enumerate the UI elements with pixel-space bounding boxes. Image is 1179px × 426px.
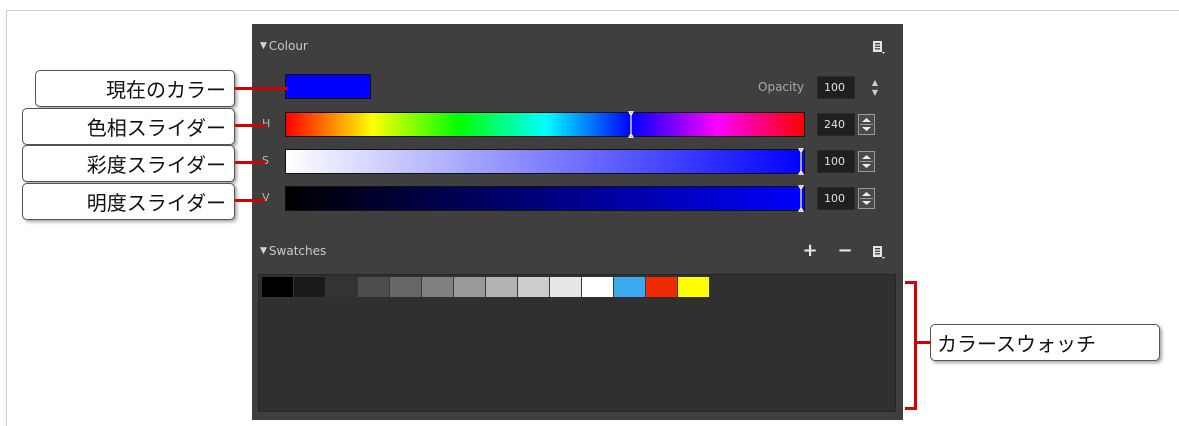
colour-section-header[interactable]: ▼ Colour bbox=[260, 39, 308, 53]
value-slider-handle[interactable] bbox=[798, 185, 804, 212]
leader-line-hue bbox=[235, 124, 265, 127]
swatch-cell[interactable] bbox=[614, 277, 646, 297]
stepper-down-icon[interactable]: ▼ bbox=[869, 88, 881, 98]
swatch-cell[interactable] bbox=[518, 277, 550, 297]
hue-value-field[interactable]: 240 bbox=[817, 113, 855, 136]
hue-slider[interactable] bbox=[285, 111, 805, 138]
stepper-up-icon[interactable]: ▲ bbox=[869, 78, 881, 88]
leader-line-current-colour bbox=[235, 87, 287, 90]
swatch-cell[interactable] bbox=[582, 277, 614, 297]
colour-view-panel: ▼ Colour Opacity 100 ▲ ▼ H 240 S 100 V 1… bbox=[252, 24, 903, 420]
swatch-cell[interactable] bbox=[358, 277, 390, 297]
hue-slider-handle[interactable] bbox=[628, 111, 634, 138]
swatches-section-header[interactable]: ▼ Swatches bbox=[260, 244, 326, 258]
colour-section-title: Colour bbox=[268, 39, 308, 53]
remove-swatch-button[interactable]: − bbox=[837, 242, 853, 260]
swatch-row bbox=[262, 277, 710, 297]
value-value-field[interactable]: 100 bbox=[817, 187, 855, 210]
opacity-label: Opacity bbox=[758, 80, 805, 94]
saturation-slider[interactable] bbox=[285, 148, 805, 175]
swatch-cell[interactable] bbox=[390, 277, 422, 297]
bracket-bottom bbox=[905, 407, 917, 410]
value-slider[interactable] bbox=[285, 185, 805, 212]
swatch-cell[interactable] bbox=[486, 277, 518, 297]
collapse-triangle-icon[interactable]: ▼ bbox=[260, 41, 267, 51]
page-border-left bbox=[6, 10, 7, 426]
swatch-cell[interactable] bbox=[294, 277, 326, 297]
page-border-top bbox=[6, 10, 1179, 11]
swatch-cell[interactable] bbox=[678, 277, 710, 297]
saturation-slider-handle[interactable] bbox=[798, 148, 804, 175]
callout-current-colour: 現在のカラー bbox=[35, 70, 235, 107]
callout-value-slider: 明度スライダー bbox=[22, 183, 235, 220]
swatch-list[interactable] bbox=[258, 274, 896, 412]
callout-saturation-slider: 彩度スライダー bbox=[22, 145, 235, 182]
swatches-menu-icon[interactable] bbox=[872, 245, 885, 259]
opacity-stepper[interactable]: ▲ ▼ bbox=[869, 78, 881, 98]
swatch-cell[interactable] bbox=[422, 277, 454, 297]
swatch-cell[interactable] bbox=[550, 277, 582, 297]
leader-line-value bbox=[235, 199, 265, 202]
collapse-triangle-icon[interactable]: ▼ bbox=[260, 246, 267, 256]
leader-line-saturation bbox=[235, 161, 265, 164]
add-swatch-button[interactable]: + bbox=[802, 242, 818, 260]
swatch-cell[interactable] bbox=[326, 277, 358, 297]
value-letter: V bbox=[262, 191, 270, 204]
callout-hue-slider: 色相スライダー bbox=[22, 108, 235, 145]
callout-colour-swatch: カラースウォッチ bbox=[930, 324, 1160, 361]
swatch-cell[interactable] bbox=[454, 277, 486, 297]
colour-menu-icon[interactable] bbox=[872, 40, 885, 54]
current-colour-swatch[interactable] bbox=[285, 74, 371, 99]
saturation-value-field[interactable]: 100 bbox=[817, 150, 855, 173]
swatches-section-title: Swatches bbox=[268, 244, 327, 258]
bracket-vertical bbox=[914, 281, 917, 410]
hue-stepper[interactable] bbox=[858, 114, 875, 135]
leader-line-swatch bbox=[914, 341, 931, 344]
opacity-field[interactable]: 100 bbox=[817, 76, 855, 99]
value-stepper[interactable] bbox=[858, 188, 875, 209]
swatch-cell[interactable] bbox=[646, 277, 678, 297]
swatch-cell[interactable] bbox=[262, 277, 294, 297]
saturation-stepper[interactable] bbox=[858, 151, 875, 172]
